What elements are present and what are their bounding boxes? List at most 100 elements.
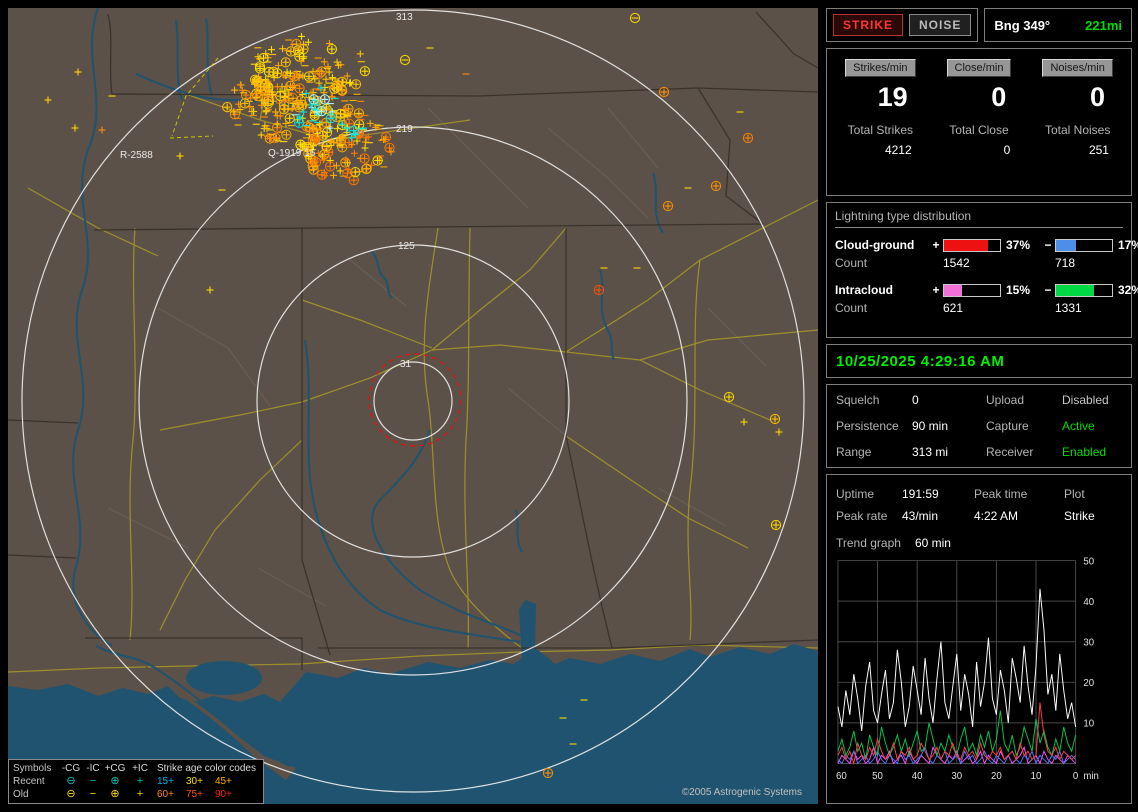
strike-symbol — [298, 91, 306, 99]
intracloud-row: Intracloud + 15% − 32% — [835, 282, 1138, 298]
svg-text:60: 60 — [836, 771, 847, 782]
strike-symbol — [333, 125, 341, 133]
strike-symbol — [359, 153, 370, 164]
ic-plus-pct: 15% — [1006, 283, 1031, 297]
total-strikes-value: 4212 — [884, 143, 912, 157]
range-ring-label: 125 — [398, 241, 415, 252]
svg-text:50: 50 — [1083, 556, 1094, 567]
strike-symbol — [74, 68, 82, 76]
datetime-value: 10/25/2025 4:29:16 AM — [836, 352, 1005, 370]
trend-graph-row: Trend graph 60 min — [836, 532, 1122, 554]
peak-time-label: Peak time — [974, 487, 1028, 501]
strike-symbol — [251, 75, 262, 86]
legend-age-title: Strike age color codes — [157, 763, 256, 774]
legend-recent-label: Recent — [13, 776, 45, 787]
bearing-box: Bng 349° 221mi — [984, 8, 1132, 42]
lightning-map[interactable]: 313 219 125 31 R-2588 Q-1919 16 — [8, 8, 818, 804]
pos-ic-recent-icon: + — [136, 775, 144, 787]
svg-text:30: 30 — [951, 771, 962, 782]
strike-symbol — [399, 54, 411, 66]
plot-label: Plot — [1064, 487, 1085, 501]
age-code-60: 60+ — [157, 789, 174, 800]
datetime-box: 10/25/2025 4:29:16 AM — [826, 344, 1132, 378]
strikes-per-min-button[interactable]: Strikes/min — [845, 59, 916, 77]
strike-symbol — [279, 45, 287, 53]
cg-plus-count: 1542 — [943, 256, 970, 270]
strike-symbol — [44, 96, 52, 104]
receiver-label: Receiver — [986, 445, 1034, 459]
strike-symbol — [298, 32, 305, 40]
cg-count-label: Count — [835, 256, 868, 270]
strike-symbol — [361, 163, 372, 175]
strike-symbol — [295, 95, 306, 106]
bearing-value: Bng 349° — [994, 17, 1051, 33]
persistence-label: Persistence — [836, 419, 899, 433]
svg-text:10: 10 — [1083, 719, 1094, 730]
strike-symbol — [359, 66, 370, 77]
cloud-ground-row: Cloud-ground + 37% − 17% — [835, 237, 1138, 253]
cg-plus-sign: + — [932, 238, 940, 252]
range-label: Range — [836, 445, 872, 459]
strike-symbol — [328, 108, 336, 116]
strike-symbol — [331, 79, 343, 90]
strike-symbol — [273, 120, 281, 128]
strike-symbol — [372, 155, 383, 166]
storm-cell-label: Q-1919 16 — [268, 148, 316, 159]
receiver-status: Enabled — [1062, 445, 1107, 459]
ic-plus-count: 621 — [943, 301, 964, 315]
cg-minus-sign: − — [1044, 238, 1052, 252]
noise-button[interactable]: NOISE — [909, 14, 972, 36]
strike-symbol — [314, 68, 325, 79]
trend-graph: 50 40 30 20 10 60 50 40 30 20 10 0 min — [836, 556, 1122, 797]
strike-symbol — [542, 767, 554, 779]
close-per-min-button[interactable]: Close/min — [946, 59, 1012, 77]
neg-cg-old-icon: ⊖ — [66, 788, 76, 800]
pos-cg-recent-icon: ⊕ — [110, 775, 120, 787]
svg-text:40: 40 — [912, 771, 923, 782]
capture-status: Active — [1062, 419, 1095, 433]
strike-symbol — [769, 413, 781, 425]
strike-symbol — [742, 132, 754, 144]
strike-symbol — [321, 141, 332, 152]
cg-minus-pct: 17% — [1118, 238, 1138, 252]
pos-cg-old-icon: ⊕ — [110, 788, 120, 800]
range-ring-label: 313 — [396, 12, 413, 23]
neg-cg-recent-icon: ⊖ — [66, 775, 76, 787]
strike-symbol — [258, 52, 269, 64]
age-code-30: 30+ — [185, 776, 203, 787]
side-panel: STRIKE NOISE Bng 349° 221mi Strikes/min … — [826, 8, 1138, 804]
strike-symbol — [343, 137, 355, 148]
total-noises-value: 251 — [1088, 143, 1109, 157]
strike-symbol — [325, 68, 333, 76]
strike-symbol — [283, 68, 291, 76]
strike-symbol — [319, 94, 330, 105]
strikes-column: Strikes/min 19 Total Strikes 4212 — [831, 59, 930, 189]
info-grid: Uptime 191:59 Peak time Plot Peak rate 4… — [836, 483, 1122, 527]
strike-symbol — [262, 98, 273, 109]
svg-text:30: 30 — [1083, 638, 1094, 649]
alarm-range-circle — [368, 353, 462, 447]
map-legend: Symbols -CG -IC +CG +IC Strike age color… — [8, 759, 264, 804]
noises-per-min-button[interactable]: Noises/min — [1042, 59, 1113, 77]
strike-symbol — [222, 101, 233, 113]
ic-minus-sign: − — [1044, 283, 1052, 297]
strike-button[interactable]: STRIKE — [833, 14, 904, 36]
cg-plus-bar — [943, 238, 1001, 252]
plot-value: Strike — [1064, 509, 1095, 523]
range-ring — [373, 361, 453, 441]
close-per-min-value: 0 — [991, 82, 1007, 112]
mode-buttons-box: STRIKE NOISE — [826, 8, 979, 42]
strike-symbol — [231, 86, 239, 94]
strike-symbol — [740, 418, 748, 426]
legend-col-neg-ic: -IC — [86, 763, 100, 774]
range-ring-label: 219 — [396, 124, 413, 135]
legend-symbols-label: Symbols — [13, 763, 52, 774]
strike-symbol — [384, 142, 395, 153]
strike-symbol — [323, 146, 334, 158]
distribution-title: Lightning type distribution — [835, 209, 1123, 228]
squelch-value: 0 — [912, 393, 919, 407]
range-ring-label: 31 — [400, 359, 412, 370]
strike-symbol — [278, 103, 289, 115]
legend-col-neg-cg: -CG — [61, 763, 81, 774]
settings-row: Persistence 90 min Capture Active — [836, 419, 1122, 433]
